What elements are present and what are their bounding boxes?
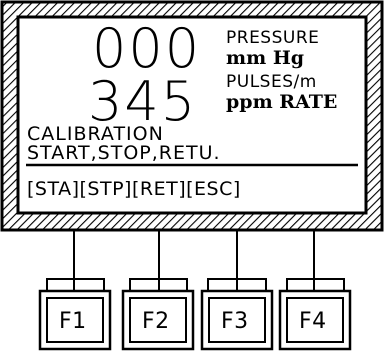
pressure-unit: mm Hg	[226, 47, 305, 69]
pulses-label: PULSES/m	[226, 72, 317, 92]
leader-lines	[46, 230, 345, 290]
calibration-options: START,STOP,RETU.	[27, 142, 221, 164]
pressure-label: PRESSURE	[226, 28, 320, 48]
softkey-labels: [STA][STP][RET][ESC]	[27, 178, 241, 200]
button-f4[interactable]: F4	[299, 311, 327, 333]
pulse-rate-value: 345	[88, 70, 198, 133]
pressure-value: 000	[92, 17, 202, 80]
button-f3[interactable]: F3	[221, 311, 249, 333]
button-f1[interactable]: F1	[59, 311, 87, 333]
device-diagram: 000 345 PRESSURE mm Hg PULSES/m ppm RATE…	[0, 0, 384, 353]
rate-unit: ppm RATE	[226, 91, 338, 113]
button-f2[interactable]: F2	[142, 311, 170, 333]
